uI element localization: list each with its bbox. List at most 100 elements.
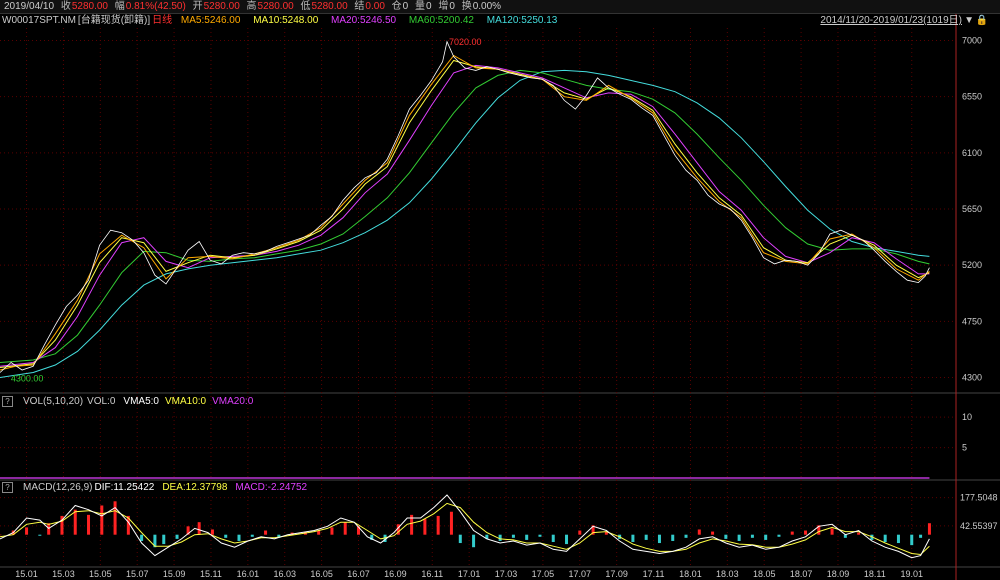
macd-histogram-bar [697, 529, 701, 535]
ma120-legend: MA120:5250.13 [486, 15, 558, 26]
vma20-legend: VMA20:0 [212, 396, 254, 407]
macd-histogram-bar [737, 534, 741, 541]
macd-histogram-bar [525, 534, 529, 540]
x-tick-label: 17.09 [605, 569, 628, 579]
macd-histogram-bar [927, 523, 931, 535]
macd-histogram-bar [883, 534, 887, 542]
dea-series-line [0, 502, 930, 556]
macd-histogram-bar [830, 528, 834, 535]
symbol-name: [台籍现货(卸籍)] [77, 15, 151, 26]
x-tick-label: 15.01 [15, 569, 38, 579]
macd-histogram-bar [538, 534, 542, 537]
volume-y-tick-label: 5 [962, 443, 967, 453]
macd-histogram-bar [724, 534, 728, 539]
volume-y-tick-label: 10 [962, 412, 972, 422]
vma10-legend: VMA10:0 [164, 396, 207, 407]
macd-histogram-bar [113, 501, 117, 535]
price-y-tick-label: 7000 [962, 35, 982, 45]
macd-histogram-bar [631, 534, 635, 542]
ma5-legend: MA5:5246.00 [180, 15, 241, 26]
macd-histogram-bar [657, 534, 661, 544]
macd-histogram-bar [804, 530, 808, 535]
dea-legend: DEA:12.37798 [162, 482, 228, 493]
vol-help-icon[interactable]: ? [2, 396, 13, 407]
macd-histogram-bar [790, 531, 794, 535]
dif-series-line [0, 494, 930, 559]
macd-value-legend: MACD:-2.24752 [235, 482, 308, 493]
macd-histogram-bar [511, 534, 515, 538]
ma60-series-line [0, 69, 930, 363]
macd-histogram-bar [162, 534, 166, 545]
ma5-series-line [0, 54, 930, 371]
price-extreme-label: 7020.00 [449, 37, 482, 47]
macd-histogram-bar [38, 534, 42, 536]
macd-help-icon[interactable]: ? [2, 482, 13, 493]
x-tick-label: 15.07 [126, 569, 149, 579]
macd-histogram-bar [87, 514, 91, 535]
x-tick-label: 17.11 [643, 569, 665, 579]
macd-histogram-bar [896, 534, 900, 544]
macd-histogram-bar [750, 534, 754, 538]
macd-histogram-bar [551, 534, 555, 542]
lock-icon[interactable]: 🔒 [976, 15, 988, 26]
price-y-tick-label: 4300 [962, 373, 982, 383]
macd-histogram-bar [919, 534, 923, 538]
macd-histogram-bar [472, 534, 476, 548]
macd-histogram-bar [498, 534, 502, 541]
macd-y-tick-label: 42.55397 [960, 521, 998, 531]
macd-histogram-bar [100, 505, 104, 535]
close-series-line [0, 40, 930, 373]
volume-legend: ? VOL(5,10,20) VOL:0 VMA5:0 VMA10:0 VMA20:0 [2, 396, 263, 408]
vol-value: VOL:0 [87, 396, 116, 407]
vol-name: VOL(5,10,20) [23, 396, 84, 407]
dif-legend: DIF:11.25422 [94, 482, 155, 493]
ma10-legend: MA10:5248.00 [253, 15, 319, 26]
macd-histogram-bar [449, 511, 453, 535]
x-tick-label: 16.05 [310, 569, 333, 579]
price-y-tick-label: 6100 [962, 148, 982, 158]
price-y-tick-label: 5650 [962, 204, 982, 214]
macd-histogram-bar [197, 522, 201, 535]
x-tick-label: 15.11 [200, 569, 222, 579]
x-tick-label: 18.09 [827, 569, 850, 579]
macd-histogram-bar [458, 534, 462, 544]
vma5-legend: VMA5:0 [123, 396, 159, 407]
x-tick-label: 18.03 [716, 569, 739, 579]
period-label[interactable]: 日线 [152, 15, 172, 26]
x-tick-label: 16.09 [384, 569, 407, 579]
macd-name: MACD(12,26,9) [23, 482, 93, 493]
macd-histogram-bar [711, 531, 715, 535]
macd-histogram-bar [777, 534, 781, 537]
macd-histogram-bar [330, 527, 334, 535]
macd-histogram-bar [684, 534, 688, 538]
x-tick-label: 18.11 [864, 569, 886, 579]
macd-histogram-bar [436, 515, 440, 535]
price-y-tick-label: 4750 [962, 316, 982, 326]
macd-histogram-bar [73, 509, 77, 535]
date-range-selector[interactable]: 2014/11/20-2019/01/23(1019日) [820, 14, 962, 27]
symbol-code: W00017SPT.NM [2, 15, 76, 26]
price-extreme-label: 4300.00 [11, 374, 44, 384]
x-tick-label: 17.05 [532, 569, 555, 579]
macd-histogram-bar [857, 532, 861, 535]
x-tick-label: 17.03 [495, 569, 518, 579]
macd-histogram-bar [671, 534, 675, 541]
ma60-legend: MA60:5200.42 [408, 15, 474, 26]
macd-histogram-bar [423, 519, 427, 535]
x-tick-label: 15.03 [52, 569, 75, 579]
ma20-legend: MA20:5246.50 [331, 15, 397, 26]
x-tick-label: 17.01 [458, 569, 481, 579]
price-y-tick-label: 6550 [962, 92, 982, 102]
x-tick-label: 16.03 [273, 569, 296, 579]
x-tick-label: 19.01 [900, 569, 923, 579]
x-tick-label: 18.01 [679, 569, 702, 579]
macd-histogram-bar [343, 522, 347, 535]
x-tick-label: 16.11 [421, 569, 443, 579]
x-tick-label: 15.09 [163, 569, 186, 579]
dropdown-triangle-icon[interactable]: ▼ [964, 15, 974, 26]
price-legend: W00017SPT.NM [台籍现货(卸籍)] 日线 MA5:5246.00 MA1… [2, 15, 567, 27]
macd-histogram-bar [224, 534, 228, 538]
ma120-series-line [0, 69, 930, 378]
macd-legend: ? MACD(12,26,9) DIF:11.25422 DEA:12.37798 MA… [2, 482, 317, 494]
macd-histogram-bar [175, 534, 179, 539]
